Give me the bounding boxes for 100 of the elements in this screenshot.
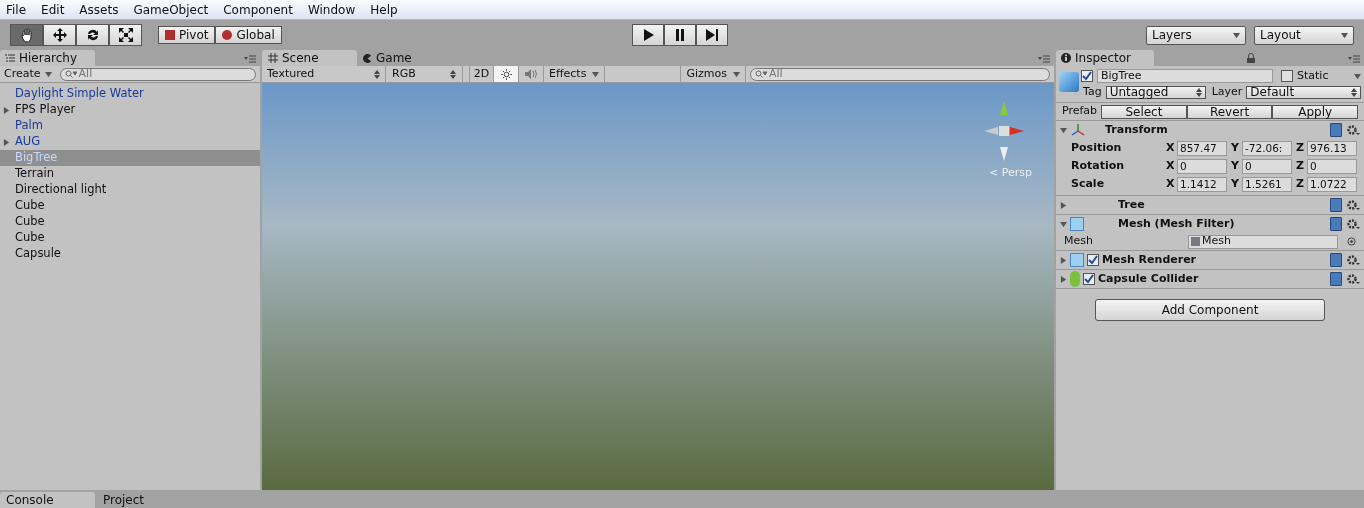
playback-button[interactable]: [664, 24, 696, 46]
number-field[interactable]: 0: [1307, 158, 1357, 174]
hierarchy-item[interactable]: AUG: [0, 134, 260, 150]
view-tab[interactable]: Scene: [262, 50, 357, 66]
hierarchy-tab[interactable]: Hierarchy: [0, 50, 95, 66]
panel-menu-icon[interactable]: [1348, 55, 1360, 63]
object-picker-icon[interactable]: [1347, 237, 1356, 246]
shading-dropdown[interactable]: Textured: [262, 66, 386, 82]
panel-menu-icon[interactable]: [1038, 55, 1050, 63]
menu-item[interactable]: Component: [223, 0, 293, 19]
menu-item[interactable]: Window: [307, 0, 356, 19]
number-field[interactable]: 1.0722: [1307, 176, 1357, 192]
component-title: Tree: [1118, 196, 1145, 213]
panel-tab[interactable]: Console: [0, 492, 95, 508]
static-label: Static: [1297, 67, 1329, 84]
toggle-button[interactable]: Pivot: [158, 26, 216, 44]
object-field[interactable]: Mesh: [1188, 234, 1338, 249]
lighting-toggle[interactable]: [494, 66, 519, 82]
number-field[interactable]: 1.5261: [1242, 176, 1292, 192]
caret-icon[interactable]: [592, 70, 600, 78]
field-label: Rotation: [1071, 157, 1126, 174]
color-mode-dropdown[interactable]: RGB: [386, 66, 463, 82]
create-dropdown[interactable]: Create: [4, 65, 56, 83]
playback-button[interactable]: [696, 24, 728, 46]
globe-icon: [222, 30, 233, 40]
effects-dropdown[interactable]: Effects: [544, 66, 606, 82]
orientation-gizmo-icon[interactable]: [984, 101, 1024, 161]
dropdown-arrow-icon[interactable]: [1341, 31, 1348, 39]
axis-label: X: [1166, 175, 1176, 192]
list-icon: [5, 54, 15, 62]
speaker-icon: [525, 69, 537, 79]
menu-item[interactable]: Edit: [41, 0, 65, 19]
number-field[interactable]: 0: [1242, 158, 1292, 174]
panel-tab[interactable]: Project: [97, 492, 192, 508]
settings-icon[interactable]: [1346, 273, 1360, 285]
hierarchy-item[interactable]: FPS Player: [0, 102, 260, 118]
prefab-button[interactable]: Revert: [1186, 104, 1273, 119]
hierarchy-item[interactable]: Cube: [0, 214, 260, 230]
checkmark-icon: [1082, 71, 1092, 81]
add-component-button[interactable]: Add Component: [1095, 299, 1325, 321]
hierarchy-item[interactable]: Cube: [0, 198, 260, 214]
pivot-icon: [165, 30, 175, 40]
menu-item[interactable]: File: [6, 0, 27, 19]
number-field[interactable]: 1.1412: [1177, 176, 1227, 192]
caret-icon[interactable]: [44, 70, 52, 78]
toggle-button[interactable]: Global: [215, 26, 282, 44]
playback-button[interactable]: [632, 24, 664, 46]
menu-item[interactable]: Assets: [79, 0, 119, 19]
step-icon: [704, 27, 720, 43]
number-field[interactable]: 0: [1177, 158, 1227, 174]
expand-arrow-icon[interactable]: [1060, 275, 1067, 283]
axis-label: Y: [1231, 139, 1240, 156]
tool-button[interactable]: [76, 24, 109, 46]
caret-icon[interactable]: [733, 70, 740, 78]
gizmos-dropdown[interactable]: Gizmos: [680, 66, 746, 82]
search-icon: [64, 70, 77, 78]
inspector-tab[interactable]: Inspector: [1056, 50, 1154, 66]
settings-icon[interactable]: [1346, 124, 1360, 136]
component-title: Capsule Collider: [1098, 270, 1199, 287]
prefab-button[interactable]: Select: [1101, 104, 1187, 119]
expand-arrow-icon[interactable]: [1060, 126, 1067, 134]
number-field[interactable]: 857.47: [1177, 140, 1227, 156]
prefab-button[interactable]: Apply: [1272, 104, 1358, 119]
hierarchy-item[interactable]: Daylight Simple Water: [0, 86, 260, 102]
hierarchy-item[interactable]: Directional light: [0, 182, 260, 198]
settings-icon[interactable]: [1346, 218, 1360, 230]
hierarchy-item[interactable]: Cube: [0, 230, 260, 246]
field-label: Prefab: [1062, 103, 1098, 120]
menu-item[interactable]: Help: [370, 0, 398, 19]
hierarchy-item[interactable]: Palm: [0, 118, 260, 134]
dropdown[interactable]: Layers: [1146, 25, 1246, 45]
checkbox[interactable]: [1081, 70, 1093, 82]
number-field[interactable]: -72.06:: [1242, 140, 1292, 156]
expand-arrow-icon[interactable]: [3, 106, 10, 114]
expand-arrow-icon[interactable]: [1060, 220, 1067, 228]
pacman-icon: [363, 53, 372, 63]
dropdown[interactable]: Layout: [1254, 25, 1354, 45]
tag-dropdown[interactable]: Untagged: [1105, 86, 1206, 99]
dropdown-arrow-icon[interactable]: [1233, 31, 1240, 39]
settings-icon[interactable]: [1346, 199, 1360, 211]
expand-arrow-icon[interactable]: [1060, 201, 1067, 209]
expand-arrow-icon[interactable]: [3, 138, 10, 146]
dropdown-arrow-icon[interactable]: [1354, 72, 1361, 80]
tool-button[interactable]: [43, 24, 76, 46]
panel-menu-icon[interactable]: [244, 55, 256, 63]
settings-icon[interactable]: [1346, 254, 1360, 266]
tool-button[interactable]: [109, 24, 142, 46]
hierarchy-item[interactable]: Terrain: [0, 166, 260, 182]
checkbox[interactable]: [1087, 254, 1099, 266]
checkbox[interactable]: [1083, 273, 1095, 285]
tool-button[interactable]: [10, 24, 43, 46]
expand-arrow-icon[interactable]: [1060, 256, 1067, 264]
menu-item[interactable]: GameObject: [133, 0, 209, 19]
layer-dropdown[interactable]: Default: [1246, 86, 1361, 99]
name-field[interactable]: BigTree: [1097, 69, 1273, 83]
lock-icon[interactable]: [1246, 53, 1256, 63]
number-field[interactable]: 976.13: [1307, 140, 1357, 156]
hierarchy-item[interactable]: Capsule: [0, 246, 260, 262]
checkbox[interactable]: [1281, 70, 1293, 82]
view-tab[interactable]: Game: [357, 50, 452, 66]
